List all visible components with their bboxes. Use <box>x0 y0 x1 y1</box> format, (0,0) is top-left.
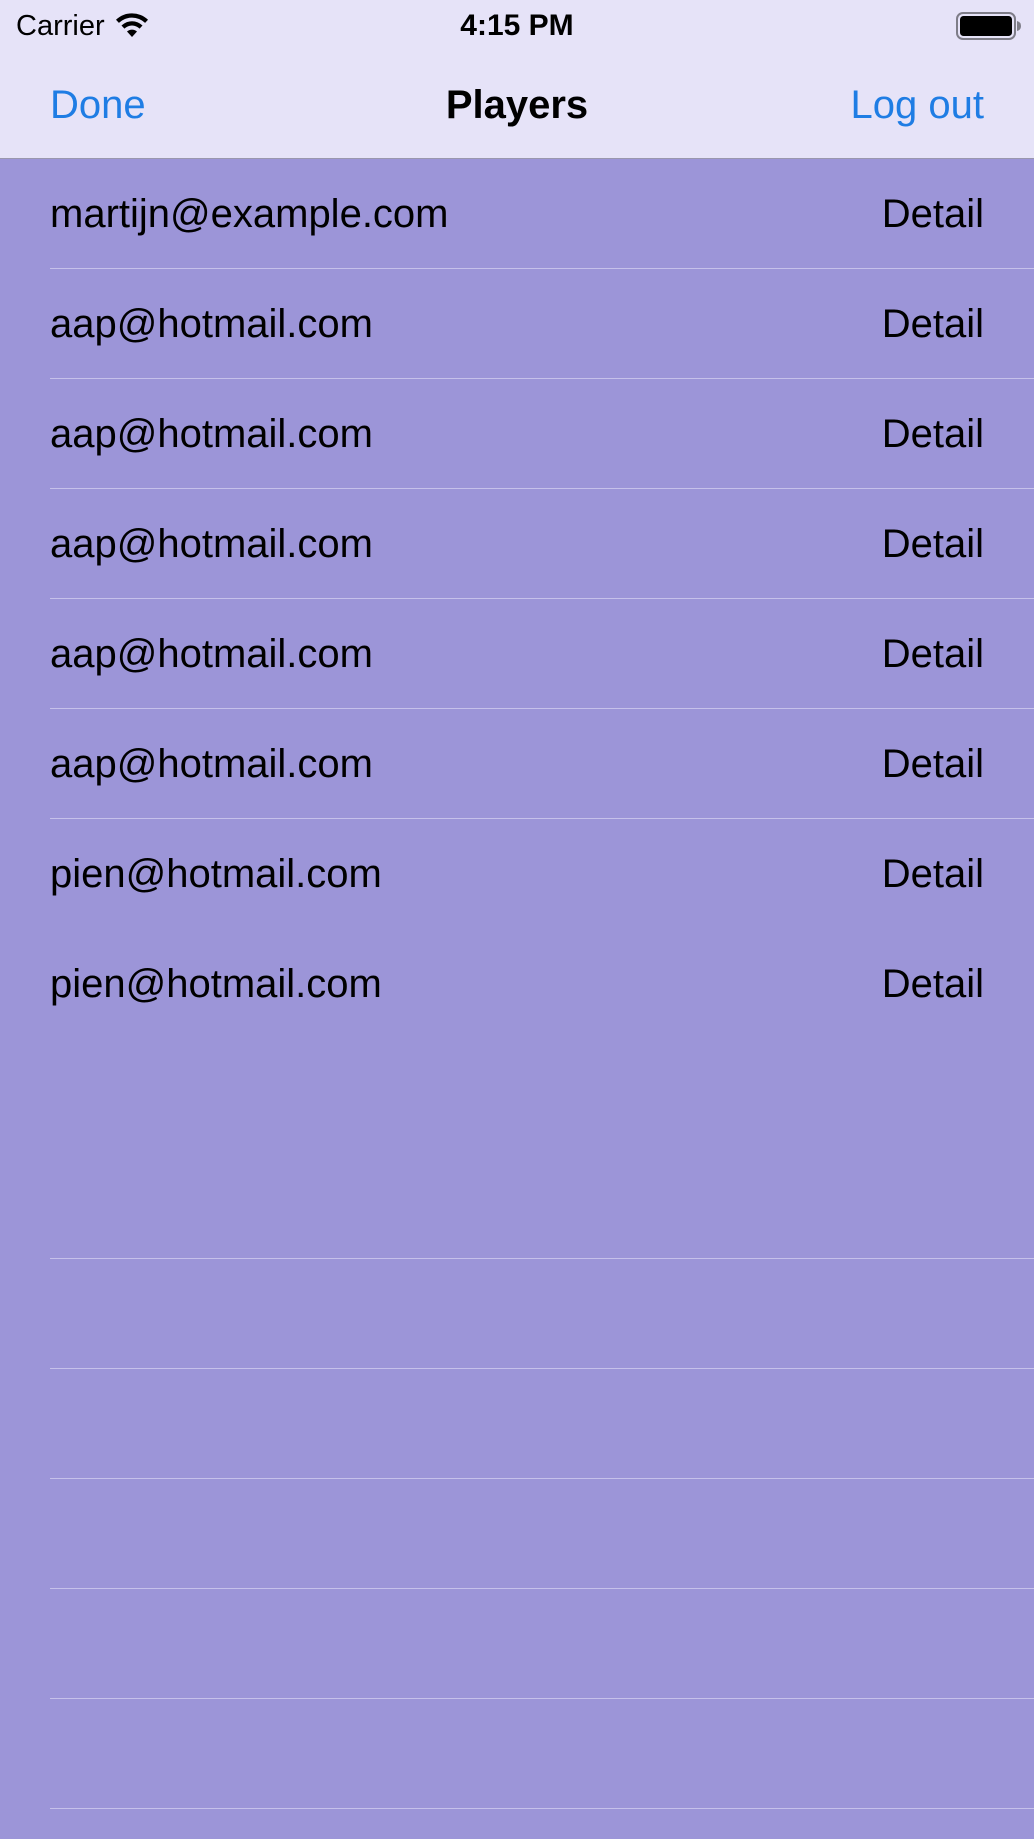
player-detail: Detail <box>881 632 984 676</box>
empty-row <box>0 1369 1034 1479</box>
player-email: pien@hotmail.com <box>50 962 382 1006</box>
battery-full-icon <box>956 12 1021 40</box>
player-detail: Detail <box>881 742 984 786</box>
status-time: 4:15 PM <box>460 9 574 42</box>
player-email: pien@hotmail.com <box>50 852 382 896</box>
empty-row <box>0 1259 1034 1369</box>
empty-row <box>0 1479 1034 1589</box>
navigation-bar: Done Players Log out <box>0 52 1034 159</box>
empty-row <box>0 1589 1034 1699</box>
log-out-button[interactable]: Log out <box>851 52 984 158</box>
player-detail: Detail <box>881 962 984 1006</box>
table-row[interactable]: aap@hotmail.com Detail <box>0 489 1034 599</box>
player-detail: Detail <box>881 302 984 346</box>
table-row[interactable]: martijn@example.com Detail <box>0 159 1034 269</box>
table-row[interactable]: aap@hotmail.com Detail <box>0 709 1034 819</box>
table-row[interactable]: aap@hotmail.com Detail <box>0 599 1034 709</box>
player-email: aap@hotmail.com <box>50 302 373 346</box>
players-table: martijn@example.com Detail aap@hotmail.c… <box>0 159 1034 1809</box>
player-email: aap@hotmail.com <box>50 522 373 566</box>
table-row[interactable]: aap@hotmail.com Detail <box>0 269 1034 379</box>
empty-row <box>0 1039 1034 1149</box>
player-detail: Detail <box>881 852 984 896</box>
player-detail: Detail <box>881 412 984 456</box>
empty-row <box>0 1699 1034 1809</box>
player-detail: Detail <box>881 522 984 566</box>
empty-row <box>0 1149 1034 1259</box>
player-email: aap@hotmail.com <box>50 742 373 786</box>
player-email: aap@hotmail.com <box>50 412 373 456</box>
table-row[interactable]: pien@hotmail.com Detail <box>0 819 1034 929</box>
row-separator <box>50 1808 1034 1809</box>
table-row[interactable]: aap@hotmail.com Detail <box>0 379 1034 489</box>
player-detail: Detail <box>881 192 984 236</box>
status-bar: Carrier 4:15 PM <box>0 0 1034 52</box>
player-email: aap@hotmail.com <box>50 632 373 676</box>
player-email: martijn@example.com <box>50 192 449 236</box>
table-row[interactable]: pien@hotmail.com Detail <box>0 929 1034 1039</box>
